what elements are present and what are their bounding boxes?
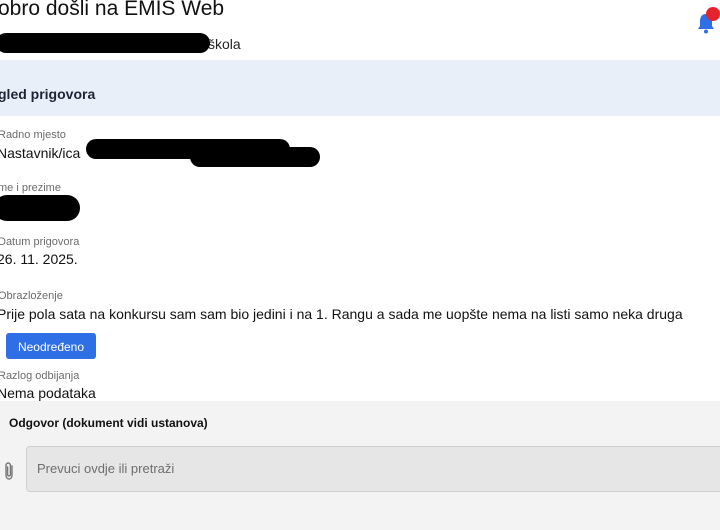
redaction-position-2 xyxy=(190,147,320,167)
answer-title: Odgovor (dokument vidi ustanova) xyxy=(9,416,208,430)
date-label: Datum prigovora xyxy=(0,236,80,248)
status-button[interactable]: Neodređeno xyxy=(6,333,96,359)
notification-badge xyxy=(706,7,720,21)
redaction-name xyxy=(0,195,80,221)
section-title: gled prigovora xyxy=(0,86,96,102)
date-value: 26. 11. 2025. xyxy=(0,251,78,267)
explanation-label: Obrazloženje xyxy=(0,290,63,302)
paperclip-icon[interactable] xyxy=(2,461,16,481)
name-label: me i prezime xyxy=(0,182,61,194)
dropzone-placeholder: Prevuci ovdje ili pretraži xyxy=(37,461,175,476)
explanation-value: Prije pola sata na konkursu sam sam bio … xyxy=(0,306,683,322)
section-header xyxy=(0,60,720,116)
rejection-label: Razlog odbijanja xyxy=(0,370,80,382)
redaction-school xyxy=(0,33,210,53)
position-value: Nastavnik/ica xyxy=(0,145,81,161)
welcome-title: obro došli na EMIS Web xyxy=(0,0,225,20)
position-label: Radno mjesto xyxy=(0,129,66,141)
school-suffix: škola xyxy=(208,36,241,52)
rejection-value: Nema podataka xyxy=(0,385,96,401)
